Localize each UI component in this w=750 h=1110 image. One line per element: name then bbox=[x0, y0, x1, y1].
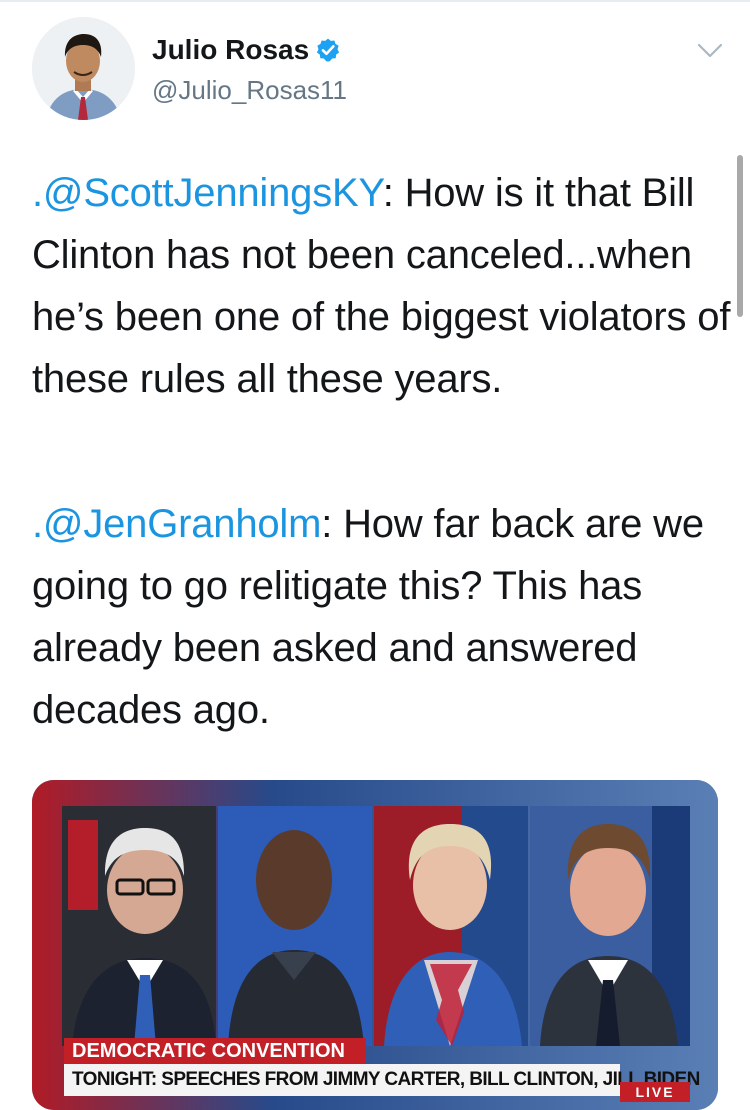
chevron-down-icon[interactable] bbox=[695, 40, 725, 62]
chyron-title: DEMOCRATIC CONVENTION bbox=[64, 1038, 366, 1064]
verified-badge-icon bbox=[317, 38, 340, 62]
author-handle[interactable]: @Julio_Rosas11 bbox=[152, 75, 347, 106]
avatar-image bbox=[32, 17, 135, 120]
tweet-paragraph: .@JenGranholm: How far back are we going… bbox=[32, 493, 732, 741]
author-avatar[interactable] bbox=[32, 17, 135, 120]
scrollbar-thumb[interactable] bbox=[737, 155, 743, 317]
live-badge: LIVE bbox=[620, 1082, 690, 1102]
chyron-subtitle: TONIGHT: SPEECHES FROM JIMMY CARTER, BIL… bbox=[64, 1064, 700, 1096]
mention-link[interactable]: .@ScottJenningsKY bbox=[32, 171, 383, 215]
top-divider bbox=[0, 0, 750, 2]
author-name-row[interactable]: Julio Rosas bbox=[152, 34, 341, 66]
tweet-paragraph: .@ScottJenningsKY: How is it that Bill C… bbox=[32, 162, 732, 410]
author-name[interactable]: Julio Rosas bbox=[152, 34, 309, 66]
mention-link[interactable]: .@JenGranholm bbox=[32, 502, 321, 546]
